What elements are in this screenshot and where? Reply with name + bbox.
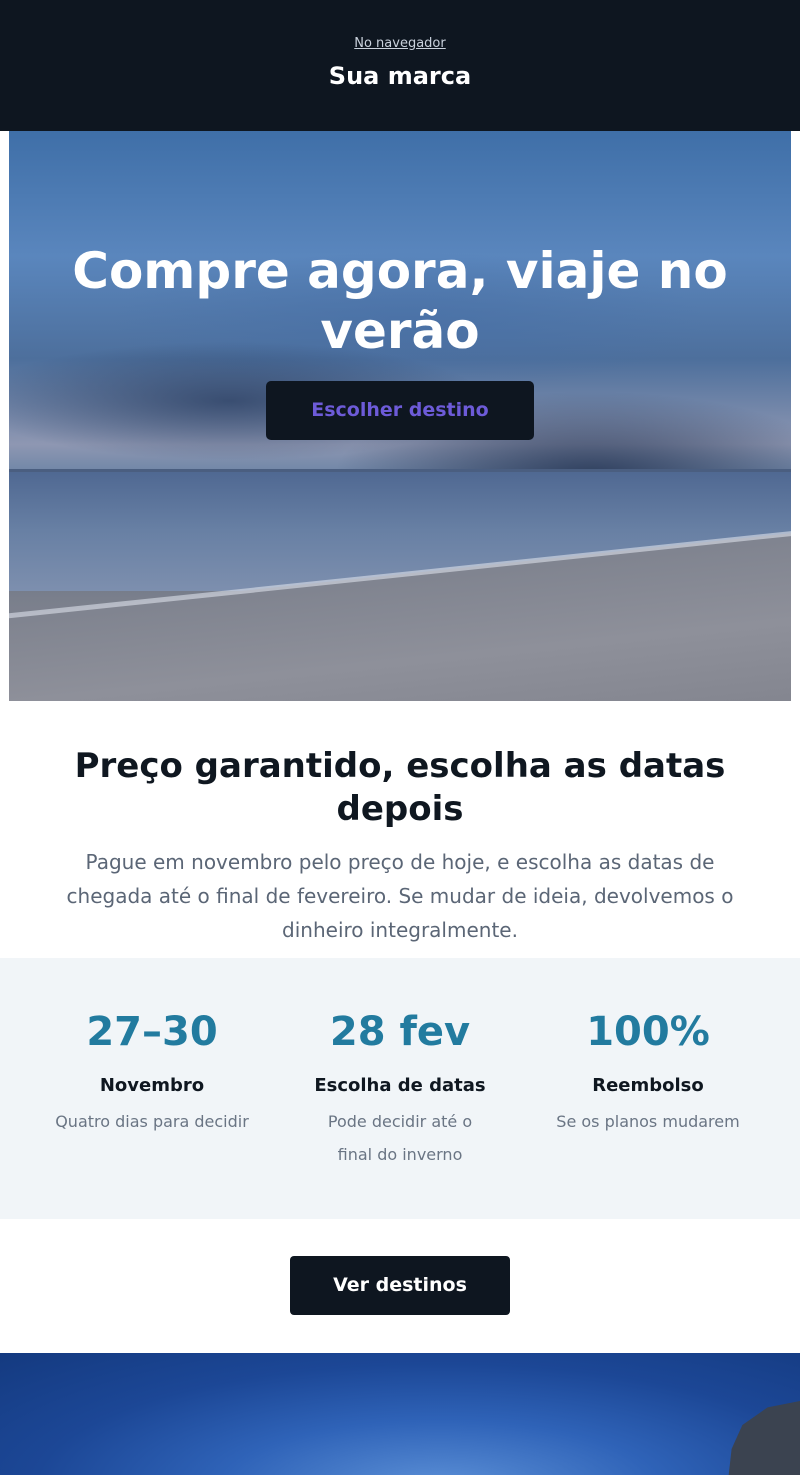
stat-refund: 100% Reembolso Se os planos mudarem xyxy=(528,1010,768,1138)
cliff-shape xyxy=(728,1401,800,1475)
stat-description: Quatro dias para decidir xyxy=(55,1112,249,1131)
bottom-hero-image xyxy=(0,1353,800,1475)
view-in-browser-link[interactable]: No navegador xyxy=(0,36,800,51)
choose-destination-button[interactable]: Escolher destino xyxy=(266,381,534,440)
email-header: No navegador Sua marca xyxy=(0,0,800,131)
stat-label: Reembolso xyxy=(592,1075,704,1096)
stat-label: Escolha de datas xyxy=(314,1075,486,1096)
hero-horizon xyxy=(9,469,791,472)
intro-heading: Preço garantido, escolha as datas depois xyxy=(74,746,726,829)
stat-value: 100% xyxy=(586,1009,710,1055)
stat-description: Se os planos mudarem xyxy=(556,1112,740,1131)
hero-banner: Compre agora, viaje no verão Escolher de… xyxy=(9,131,791,701)
stat-date-choice: 28 fev Escolha de datas Pode decidir até… xyxy=(280,1010,520,1171)
stat-november: 27–30 Novembro Quatro dias para decidir xyxy=(32,1010,272,1138)
view-destinations-button[interactable]: Ver destinos xyxy=(290,1256,510,1315)
stat-label: Novembro xyxy=(99,1075,205,1096)
stat-description: Pode decidir até o final do inverno xyxy=(327,1112,473,1164)
brand-name: Sua marca xyxy=(328,62,472,90)
intro-body: Pague em novembro pelo preço de hoje, e … xyxy=(66,850,734,942)
stat-value: 28 fev xyxy=(329,1009,471,1055)
intro-section: Preço garantido, escolha as datas depois… xyxy=(0,701,800,947)
stats-section: 27–30 Novembro Quatro dias para decidir … xyxy=(0,958,800,1219)
stat-value: 27–30 xyxy=(86,1009,218,1055)
hero-title: Compre agora, viaje no verão xyxy=(72,242,728,360)
